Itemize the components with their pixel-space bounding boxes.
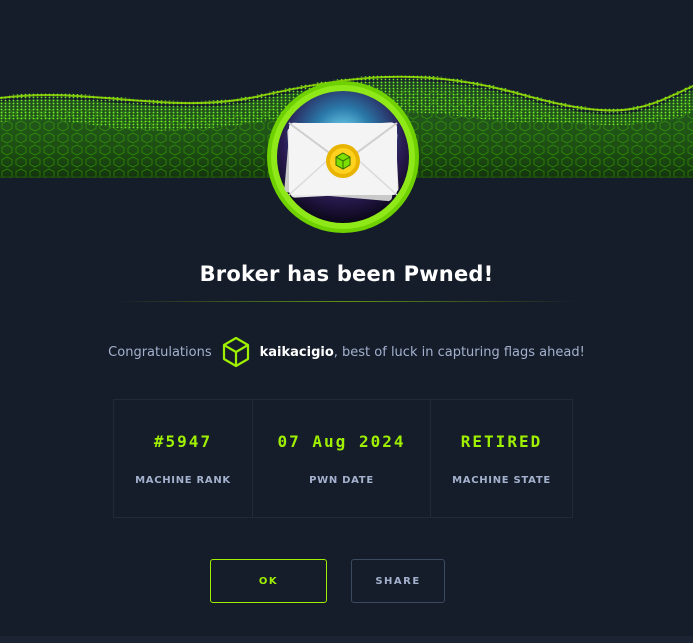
title-divider	[115, 301, 577, 302]
ok-button[interactable]: OK	[210, 559, 327, 603]
page-title: Broker has been Pwned!	[199, 262, 494, 286]
bottom-edge	[0, 636, 693, 643]
congrats-suffix: , best of luck in capturing flags ahead!	[333, 344, 585, 360]
stat-machine-state: RETIRED MACHINE STATE	[431, 400, 572, 517]
machine-rank-label: MACHINE RANK	[135, 474, 231, 486]
pwned-modal: Broker has been Pwned! Congratulations k…	[0, 0, 693, 643]
share-button[interactable]: SHARE	[351, 559, 445, 603]
machine-badge-envelope-icon	[263, 77, 423, 237]
machine-rank-value: #5947	[153, 431, 213, 451]
congratulations-message: Congratulations kaikacigio , best of luc…	[0, 334, 693, 370]
user-cube-icon	[221, 336, 251, 368]
username-link[interactable]: kaikacigio	[260, 345, 334, 360]
stat-pwn-date: 07 Aug 2024 PWN DATE	[253, 400, 431, 517]
congrats-prefix: Congratulations	[108, 344, 212, 360]
pwn-date-value: 07 Aug 2024	[277, 431, 406, 451]
pwn-date-label: PWN DATE	[309, 474, 374, 486]
machine-state-value: RETIRED	[460, 431, 543, 451]
machine-state-label: MACHINE STATE	[452, 474, 551, 486]
stats-panel: #5947 MACHINE RANK 07 Aug 2024 PWN DATE …	[113, 399, 573, 518]
stat-machine-rank: #5947 MACHINE RANK	[114, 400, 253, 517]
